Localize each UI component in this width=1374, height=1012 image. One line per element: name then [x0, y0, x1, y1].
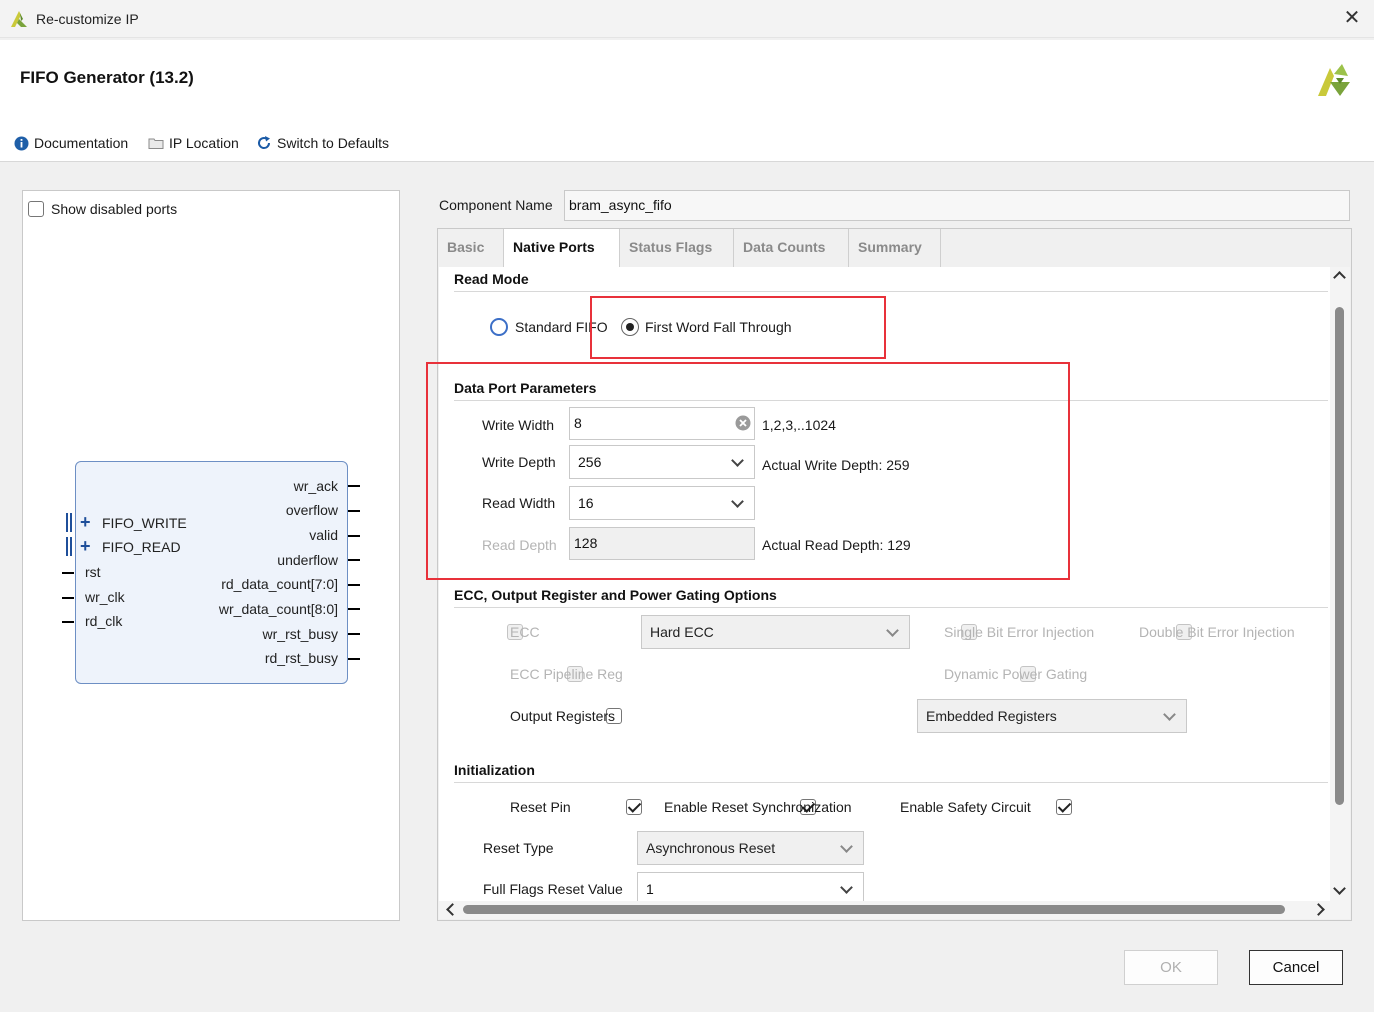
bus-line — [66, 513, 68, 532]
reset-pin-label: Reset Pin — [510, 799, 571, 815]
enable-safety-checkbox[interactable] — [1056, 799, 1073, 815]
pin-line — [348, 608, 360, 610]
pin-line — [348, 535, 360, 537]
divider — [454, 607, 1328, 608]
port-overflow: overflow — [285, 502, 338, 518]
window-title: Re-customize IP — [36, 11, 139, 27]
port-valid: valid — [309, 527, 338, 543]
ecc-pipeline-label: ECC Pipeline Reg — [510, 666, 623, 682]
tab-data-counts[interactable]: Data Counts — [734, 229, 849, 267]
pin-line — [62, 572, 74, 574]
enable-safety-label: Enable Safety Circuit — [900, 799, 1031, 815]
init-heading: Initialization — [454, 762, 535, 778]
reset-type-select[interactable]: Asynchronous Reset — [637, 831, 864, 865]
full-flags-label: Full Flags Reset Value — [483, 881, 623, 897]
ecc-type-select[interactable]: Hard ECC — [641, 615, 910, 649]
full-flags-select[interactable]: 1 — [637, 872, 864, 901]
switch-defaults-button[interactable]: Switch to Defaults — [256, 133, 389, 153]
divider — [454, 291, 1328, 292]
tab-basic[interactable]: Basic — [438, 229, 504, 267]
output-reg-type-select[interactable]: Embedded Registers — [917, 699, 1187, 733]
cancel-button[interactable]: Cancel — [1249, 950, 1343, 985]
folder-icon — [148, 138, 164, 149]
tab-summary[interactable]: Summary — [849, 229, 941, 267]
xilinx-logo-icon — [11, 11, 27, 27]
double-bit-label: Double Bit Error Injection — [1139, 624, 1295, 640]
enable-reset-sync-label: Enable Reset Synchronization — [664, 799, 852, 815]
pin-line — [348, 658, 360, 660]
reset-type-value: Asynchronous Reset — [646, 840, 776, 856]
port-fifo-write: FIFO_WRITE — [102, 515, 187, 531]
highlight-box — [426, 362, 1070, 580]
info-icon — [14, 136, 29, 150]
ecc-label: ECC — [510, 624, 540, 640]
port-rst: rst — [85, 564, 101, 580]
port-rd-rst-busy: rd_rst_busy — [264, 650, 338, 666]
ip-title: FIFO Generator (13.2) — [20, 68, 194, 87]
switch-defaults-label: Switch to Defaults — [277, 135, 390, 151]
refresh-icon — [258, 136, 271, 149]
reset-pin-checkbox[interactable] — [626, 799, 643, 815]
ecc-heading: ECC, Output Register and Power Gating Op… — [454, 587, 777, 603]
show-disabled-ports-label: Show disabled ports — [51, 201, 178, 217]
standard-fifo-radio[interactable] — [490, 318, 508, 336]
component-name-label: Component Name — [439, 197, 553, 213]
ok-button[interactable]: OK — [1124, 950, 1218, 985]
single-bit-label: Single Bit Error Injection — [944, 624, 1095, 640]
tab-native-ports[interactable]: Native Ports — [504, 229, 620, 267]
read-mode-heading: Read Mode — [454, 271, 529, 287]
close-icon[interactable]: ✕ — [1340, 6, 1364, 30]
pin-line — [62, 597, 74, 599]
documentation-button[interactable]: Documentation — [14, 133, 128, 153]
reset-type-label: Reset Type — [483, 840, 554, 856]
ecc-type-value: Hard ECC — [650, 624, 714, 640]
port-wr-clk: wr_clk — [85, 589, 125, 605]
full-flags-value: 1 — [646, 881, 654, 897]
port-rd-clk: rd_clk — [85, 613, 123, 629]
ip-location-label: IP Location — [169, 135, 239, 151]
port-fifo-read: FIFO_READ — [102, 539, 181, 555]
bus-plus-icon[interactable]: + — [80, 537, 94, 555]
bus-line — [66, 537, 68, 556]
output-reg-type-value: Embedded Registers — [926, 708, 1057, 724]
bus-line — [70, 513, 72, 532]
bus-plus-icon[interactable]: + — [80, 513, 94, 531]
dynamic-power-label: Dynamic Power Gating — [944, 666, 1088, 682]
documentation-label: Documentation — [34, 135, 129, 151]
highlight-box — [590, 296, 886, 359]
pin-line — [348, 584, 360, 586]
chevron-down-icon — [886, 624, 899, 637]
pin-line — [62, 621, 74, 623]
bus-line — [70, 537, 72, 556]
xilinx-logo-icon — [1318, 64, 1350, 96]
port-underflow: underflow — [277, 552, 338, 568]
chevron-down-icon — [1163, 708, 1176, 721]
tab-status-flags[interactable]: Status Flags — [620, 229, 734, 267]
port-wr-ack: wr_ack — [293, 478, 338, 494]
vertical-scroll-thumb[interactable] — [1335, 307, 1344, 805]
port-wr-rst-busy: wr_rst_busy — [262, 626, 338, 642]
pin-line — [348, 510, 360, 512]
pin-line — [348, 559, 360, 561]
divider — [454, 782, 1328, 783]
component-name-field[interactable]: bram_async_fifo — [564, 190, 1350, 221]
show-disabled-ports-checkbox[interactable] — [28, 201, 44, 217]
output-registers-label: Output Registers — [510, 708, 616, 724]
port-wr-data-count: wr_data_count[8:0] — [218, 601, 338, 617]
horizontal-scroll-thumb[interactable] — [463, 905, 1285, 914]
chevron-down-icon — [840, 881, 853, 894]
pin-line — [348, 633, 360, 635]
ip-location-button[interactable]: IP Location — [148, 133, 239, 153]
chevron-down-icon — [840, 840, 853, 853]
port-rd-data-count: rd_data_count[7:0] — [221, 576, 338, 592]
pin-line — [348, 485, 360, 487]
title-bar — [0, 0, 1374, 38]
